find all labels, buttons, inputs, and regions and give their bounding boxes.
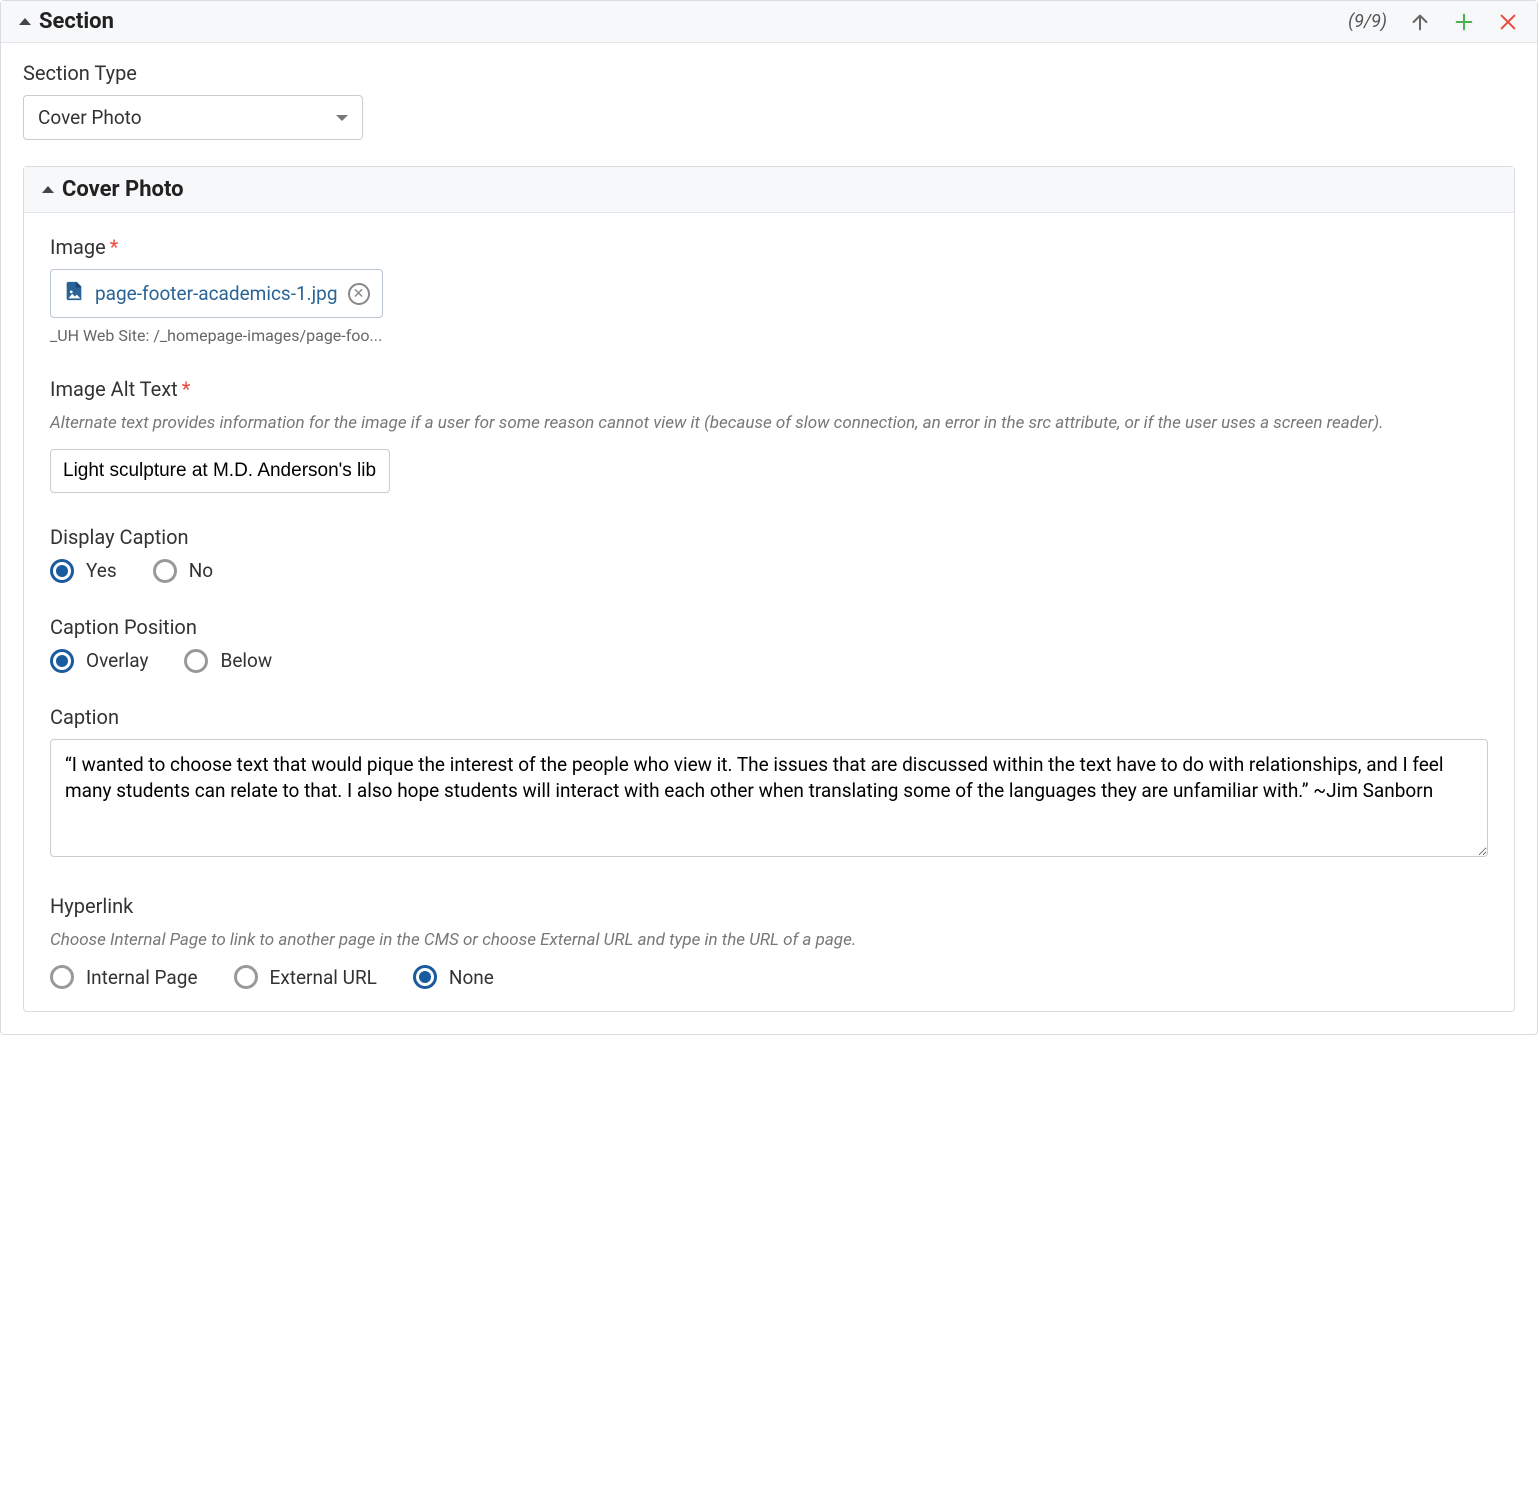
display-caption-radios: Yes No bbox=[50, 559, 1488, 583]
clear-image-button[interactable]: ✕ bbox=[348, 283, 370, 305]
image-filename: page-footer-academics-1.jpg bbox=[95, 282, 338, 305]
hyperlink-internal[interactable]: Internal Page bbox=[50, 965, 198, 989]
cover-photo-body: Image* page-footer-academics-1.jpg ✕ _UH… bbox=[24, 213, 1514, 1011]
caption-field: Caption bbox=[50, 705, 1488, 862]
image-path: _UH Web Site: /_homepage-images/page-foo… bbox=[50, 326, 390, 345]
display-caption-label: Display Caption bbox=[50, 525, 1488, 549]
section-counter: (9/9) bbox=[1348, 11, 1387, 32]
image-chip[interactable]: page-footer-academics-1.jpg ✕ bbox=[50, 269, 383, 318]
section-type-value: Cover Photo bbox=[38, 106, 142, 129]
hyperlink-radios: Internal Page External URL None bbox=[50, 965, 1488, 989]
required-mark: * bbox=[182, 377, 191, 401]
caption-position-overlay[interactable]: Overlay bbox=[50, 649, 148, 673]
plus-icon bbox=[1453, 11, 1475, 33]
alt-text-label: Image Alt Text* bbox=[50, 377, 1488, 401]
alt-text-help: Alternate text provides information for … bbox=[50, 411, 1488, 437]
cover-photo-header: Cover Photo bbox=[24, 167, 1514, 213]
chevron-down-icon bbox=[336, 115, 348, 121]
cover-photo-title: Cover Photo bbox=[62, 177, 184, 202]
section-title: Section bbox=[39, 9, 114, 34]
section-header-actions: (9/9) bbox=[1348, 11, 1519, 33]
radio-icon bbox=[234, 965, 258, 989]
display-caption-yes[interactable]: Yes bbox=[50, 559, 117, 583]
radio-label: Yes bbox=[86, 559, 117, 582]
cover-photo-panel: Cover Photo Image* page-footer-academics… bbox=[23, 166, 1515, 1012]
section-header-left: Section bbox=[19, 9, 114, 34]
section-type-select[interactable]: Cover Photo bbox=[23, 95, 363, 140]
hyperlink-external[interactable]: External URL bbox=[234, 965, 377, 989]
display-caption-no[interactable]: No bbox=[153, 559, 213, 583]
remove-button[interactable] bbox=[1497, 11, 1519, 33]
radio-label: Overlay bbox=[86, 649, 148, 672]
caption-position-label: Caption Position bbox=[50, 615, 1488, 639]
caption-label: Caption bbox=[50, 705, 1488, 729]
section-panel: Section (9/9) Section Type Cover Photo bbox=[0, 0, 1538, 1035]
collapse-icon[interactable] bbox=[19, 18, 31, 25]
hyperlink-help: Choose Internal Page to link to another … bbox=[50, 928, 1488, 954]
alt-text-input[interactable] bbox=[50, 449, 390, 493]
radio-icon bbox=[413, 965, 437, 989]
radio-label: Below bbox=[220, 649, 272, 672]
caption-textarea[interactable] bbox=[50, 739, 1488, 857]
radio-icon bbox=[184, 649, 208, 673]
display-caption-field: Display Caption Yes No bbox=[50, 525, 1488, 583]
arrow-up-icon bbox=[1409, 11, 1431, 33]
section-type-label: Section Type bbox=[23, 61, 1515, 85]
section-type-select-wrap: Cover Photo bbox=[23, 95, 363, 140]
image-field: Image* page-footer-academics-1.jpg ✕ _UH… bbox=[50, 235, 1488, 345]
radio-label: None bbox=[449, 966, 494, 989]
radio-label: Internal Page bbox=[86, 966, 198, 989]
section-header: Section (9/9) bbox=[1, 1, 1537, 43]
radio-icon bbox=[153, 559, 177, 583]
radio-label: No bbox=[189, 559, 213, 582]
file-image-icon bbox=[63, 280, 85, 307]
radio-icon bbox=[50, 649, 74, 673]
radio-label: External URL bbox=[270, 966, 377, 989]
radio-icon bbox=[50, 559, 74, 583]
caption-position-below[interactable]: Below bbox=[184, 649, 272, 673]
close-icon bbox=[1497, 11, 1519, 33]
hyperlink-field: Hyperlink Choose Internal Page to link t… bbox=[50, 894, 1488, 990]
image-label-text: Image bbox=[50, 235, 106, 259]
hyperlink-label: Hyperlink bbox=[50, 894, 1488, 918]
alt-text-label-text: Image Alt Text bbox=[50, 377, 178, 401]
section-body: Section Type Cover Photo Cover Photo Ima… bbox=[1, 43, 1537, 1034]
required-mark: * bbox=[110, 235, 119, 259]
move-up-button[interactable] bbox=[1409, 11, 1431, 33]
radio-icon bbox=[50, 965, 74, 989]
collapse-icon[interactable] bbox=[42, 186, 54, 193]
hyperlink-none[interactable]: None bbox=[413, 965, 494, 989]
caption-position-radios: Overlay Below bbox=[50, 649, 1488, 673]
image-label: Image* bbox=[50, 235, 1488, 259]
caption-position-field: Caption Position Overlay Below bbox=[50, 615, 1488, 673]
add-button[interactable] bbox=[1453, 11, 1475, 33]
alt-text-field: Image Alt Text* Alternate text provides … bbox=[50, 377, 1488, 493]
